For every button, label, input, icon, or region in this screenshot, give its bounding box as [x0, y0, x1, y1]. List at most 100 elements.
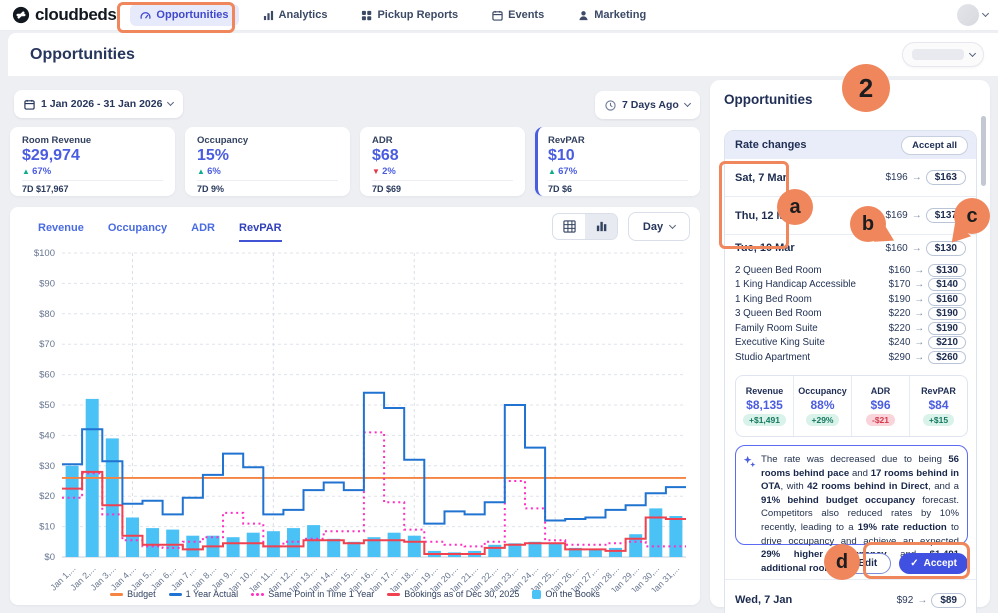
- room-name: Executive King Suite: [735, 337, 825, 348]
- room-name: 1 King Handicap Accessible: [735, 279, 856, 290]
- revpar-chart[interactable]: $0$10$20$30$40$50$60$70$80$90$100Jan 1,.…: [10, 247, 700, 592]
- room-rate-row[interactable]: 3 Queen Bed Room$220→$190: [735, 307, 966, 322]
- marketing-icon: [578, 10, 589, 21]
- kpi-card-revpar[interactable]: RevPAR$10▲ 67%7D $6: [535, 127, 700, 196]
- kpi-baseline: 7D $6: [548, 184, 688, 194]
- old-rate: $160: [889, 265, 911, 276]
- rate-date-row[interactable]: Wed, 7 Jan $92 → $89: [725, 580, 976, 613]
- kpi-card-occupancy[interactable]: Occupancy15%▲ 6%7D 9%: [185, 127, 350, 196]
- panel-scrollbar-thumb[interactable]: [981, 116, 986, 186]
- kpi-value: $10: [548, 147, 688, 165]
- room-name: 3 Queen Bed Room: [735, 308, 822, 319]
- impact-metrics: Revenue$8,135+$1,491Occupancy88%+29%ADR$…: [735, 375, 968, 437]
- arrow-right-icon: →: [914, 265, 924, 276]
- svg-text:$60: $60: [39, 370, 55, 381]
- table-view-button[interactable]: [553, 214, 585, 239]
- new-rate-pill[interactable]: $89: [931, 593, 966, 608]
- new-rate-pill[interactable]: $130: [926, 241, 966, 256]
- kpi-change-value: 67%: [32, 166, 51, 177]
- chevron-down-icon: [969, 49, 976, 56]
- new-rate-pill[interactable]: $210: [928, 336, 966, 349]
- room-name: 1 King Bed Room: [735, 294, 812, 305]
- tab-occupancy[interactable]: Occupancy: [108, 222, 167, 242]
- rate-date-row-expanded[interactable]: Tue, 10 Mar $160 → $130: [725, 235, 976, 261]
- new-rate-pill[interactable]: $130: [928, 264, 966, 277]
- new-rate-pill[interactable]: $140: [928, 278, 966, 291]
- rate-change: $169→$137: [886, 208, 967, 223]
- legend-marker-square: [532, 590, 541, 599]
- svg-text:$90: $90: [39, 278, 55, 289]
- kpi-baseline: 7D $69: [372, 184, 513, 194]
- new-rate-pill[interactable]: $163: [926, 170, 966, 185]
- legend-item-budget: Budget: [110, 589, 156, 599]
- svg-text:$20: $20: [39, 491, 55, 502]
- rate-date: Wed, 7 Jan: [735, 594, 792, 606]
- property-selector[interactable]: [902, 42, 984, 67]
- new-rate-pill[interactable]: $190: [928, 322, 966, 335]
- room-rate-row[interactable]: 2 Queen Bed Room$160→$130: [735, 263, 966, 278]
- new-rate-pill[interactable]: $190: [928, 307, 966, 320]
- room-rate-row[interactable]: 1 King Bed Room$190→$160: [735, 292, 966, 307]
- rate-date-row[interactable]: Sat, 7 Mar$196→$163: [725, 159, 976, 197]
- tab-adr[interactable]: ADR: [191, 222, 215, 242]
- chart-metric-tabs: Revenue Occupancy ADR RevPAR: [38, 222, 282, 242]
- bar-chart-icon: [595, 220, 608, 233]
- compare-period-value: 7 Days Ago: [622, 99, 679, 111]
- nav-item-pickup-reports[interactable]: Pickup Reports: [351, 4, 468, 26]
- arrow-right-icon: →: [914, 279, 924, 290]
- trend-down-icon: ▼: [372, 167, 382, 176]
- divider: [548, 180, 688, 181]
- rate-date-row[interactable]: Thu, 12 Mar$169→$137: [725, 197, 976, 235]
- metric-revpar: RevPAR$84+$15: [910, 376, 967, 436]
- legend-marker-line: [387, 593, 400, 596]
- cloudbeds-logo[interactable]: cloudbeds: [12, 5, 116, 25]
- metric-occupancy: Occupancy88%+29%: [794, 376, 852, 436]
- kpi-baseline: 7D $17,967: [22, 184, 163, 194]
- nav-item-analytics[interactable]: Analytics: [253, 4, 338, 26]
- room-rate-row[interactable]: Family Room Suite$220→$190: [735, 321, 966, 336]
- nav-item-opportunities[interactable]: Opportunities: [130, 4, 238, 26]
- nav-item-events[interactable]: Events: [482, 4, 554, 26]
- date-range-picker[interactable]: 1 Jan 2026 - 31 Jan 2026: [14, 90, 183, 118]
- metric-value: $8,135: [746, 398, 783, 412]
- granularity-dropdown[interactable]: Day: [628, 212, 690, 241]
- nav-item-marketing[interactable]: Marketing: [568, 4, 656, 26]
- metric-delta-badge: +29%: [806, 414, 840, 426]
- room-rate-row[interactable]: 1 King Handicap Accessible$170→$140: [735, 278, 966, 293]
- old-rate: $220: [889, 308, 911, 319]
- new-rate-pill[interactable]: $160: [928, 293, 966, 306]
- old-rate: $190: [889, 294, 911, 305]
- room-rate-row[interactable]: Executive King Suite $240→$210: [735, 336, 966, 351]
- avatar[interactable]: [957, 4, 979, 26]
- legend-marker-dots: [251, 593, 264, 596]
- tab-revenue[interactable]: Revenue: [38, 222, 84, 242]
- page-title: Opportunities: [30, 46, 135, 64]
- new-rate-pill[interactable]: $137: [926, 208, 966, 223]
- nav-item-label: Marketing: [594, 9, 646, 21]
- old-rate: $196: [886, 172, 908, 183]
- kpi-card-adr[interactable]: ADR$68▼ 2%7D $69: [360, 127, 525, 196]
- tab-revpar[interactable]: RevPAR: [239, 222, 282, 242]
- accept-all-button[interactable]: Accept all: [901, 136, 968, 155]
- chart-view-button[interactable]: [585, 214, 617, 239]
- kpi-card-room-revenue[interactable]: Room Revenue$29,974▲ 67%7D $17,967: [10, 127, 175, 196]
- kpi-change: ▲ 67%: [548, 166, 688, 177]
- metric-value: $96: [870, 398, 890, 412]
- kpi-value: 15%: [197, 147, 338, 165]
- old-rate: $169: [886, 210, 908, 221]
- svg-text:$50: $50: [39, 400, 55, 411]
- old-rate: $290: [889, 352, 911, 363]
- compare-period-selector[interactable]: 7 Days Ago: [595, 91, 700, 119]
- granularity-value: Day: [643, 221, 663, 233]
- nav-item-label: Pickup Reports: [377, 9, 458, 21]
- new-rate-pill[interactable]: $260: [928, 351, 966, 364]
- rate-date: Sat, 7 Mar: [735, 172, 787, 184]
- room-rate-row[interactable]: Studio Apartment$290→$260: [735, 350, 966, 365]
- edit-button[interactable]: Edit: [844, 553, 891, 574]
- analytics-icon: [263, 10, 274, 21]
- accept-button[interactable]: ✓Accept: [899, 553, 968, 574]
- user-menu[interactable]: [957, 4, 988, 26]
- svg-text:$100: $100: [34, 248, 55, 259]
- rate-changes-card: Rate changes Accept all Sat, 7 Mar$196→$…: [724, 130, 977, 613]
- rate-change: $240→$210: [889, 336, 966, 349]
